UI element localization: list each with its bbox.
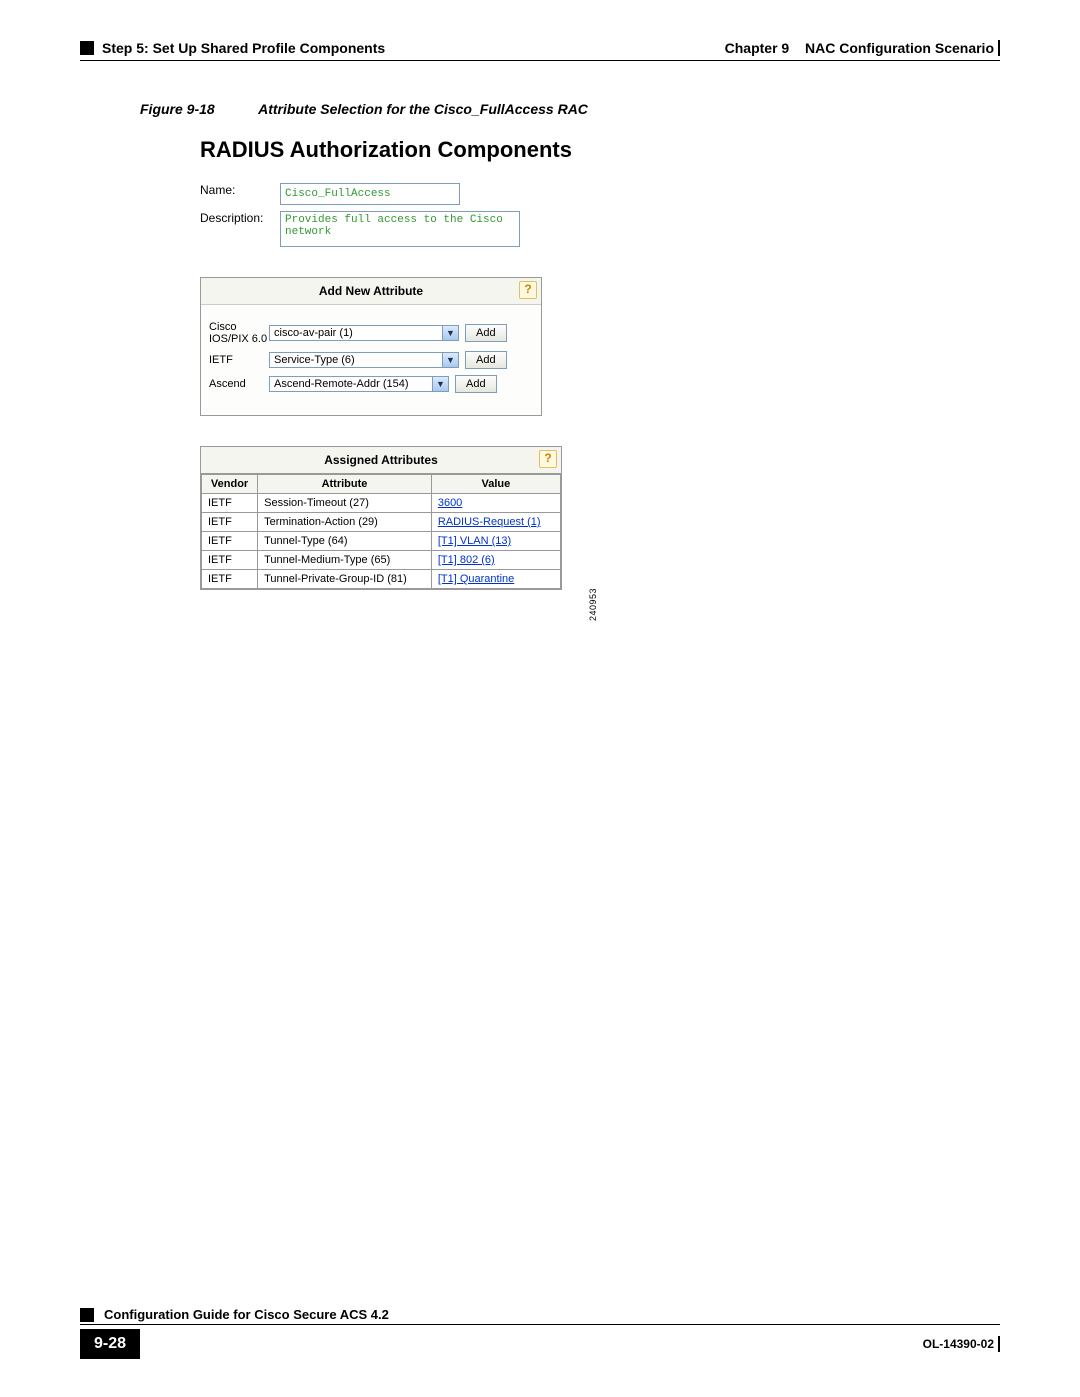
value-link[interactable]: [T1] VLAN (13) (438, 535, 511, 547)
value-link[interactable]: [T1] Quarantine (438, 573, 514, 585)
add-button-ascend[interactable]: Add (455, 375, 497, 393)
header-marker-right (998, 40, 1000, 56)
col-attribute: Attribute (258, 475, 432, 494)
table-row: IETF Termination-Action (29) RADIUS-Requ… (202, 513, 561, 532)
description-input[interactable]: Provides full access to the Cisco networ… (280, 211, 520, 247)
footer-guide-title: Configuration Guide for Cisco Secure ACS… (104, 1307, 389, 1322)
col-value: Value (431, 475, 560, 494)
cell-vendor: IETF (202, 570, 258, 589)
assigned-title: Assigned Attributes (324, 453, 438, 467)
chevron-down-icon[interactable]: ▼ (442, 326, 458, 340)
ascend-attr-selected: Ascend-Remote-Addr (154) (274, 378, 409, 390)
vendor-label-ascend: Ascend (209, 378, 269, 390)
header-chapter: Chapter 9 (725, 40, 790, 56)
vendor-label-ietf: IETF (209, 354, 269, 366)
cell-attribute: Termination-Action (29) (258, 513, 432, 532)
ascend-attr-select[interactable]: Ascend-Remote-Addr (154) (269, 376, 449, 392)
cell-vendor: IETF (202, 551, 258, 570)
figure-label: Figure 9-18 (140, 101, 215, 117)
vendor-label-cisco: Cisco IOS/PIX 6.0 (209, 321, 269, 345)
cell-attribute: Tunnel-Private-Group-ID (81) (258, 570, 432, 589)
header-step-title: Step 5: Set Up Shared Profile Components (102, 40, 385, 56)
header-marker-left (80, 41, 94, 55)
figure-caption-text: Attribute Selection for the Cisco_FullAc… (258, 101, 588, 117)
rac-title: RADIUS Authorization Components (200, 137, 580, 163)
name-input[interactable] (280, 183, 460, 205)
ietf-attr-select[interactable]: Service-Type (6) (269, 352, 459, 368)
cell-vendor: IETF (202, 494, 258, 513)
screenshot-region: RADIUS Authorization Components Name: De… (200, 137, 580, 590)
cell-attribute: Session-Timeout (27) (258, 494, 432, 513)
figure-id-code: 240953 (588, 588, 598, 621)
col-vendor: Vendor (202, 475, 258, 494)
name-label: Name: (200, 183, 280, 197)
page-number: 9-28 (80, 1329, 140, 1359)
chevron-down-icon[interactable]: ▼ (442, 353, 458, 367)
add-attribute-panel: Add New Attribute ? Cisco IOS/PIX 6.0 ci… (200, 277, 542, 416)
footer-marker (80, 1308, 94, 1322)
value-link[interactable]: RADIUS-Request (1) (438, 516, 541, 528)
cisco-attr-selected: cisco-av-pair (1) (274, 327, 353, 339)
add-button-cisco[interactable]: Add (465, 324, 507, 342)
assigned-attributes-panel: Assigned Attributes ? Vendor Attribute V… (200, 446, 562, 590)
table-row: IETF Session-Timeout (27) 3600 (202, 494, 561, 513)
table-row: IETF Tunnel-Type (64) [T1] VLAN (13) (202, 532, 561, 551)
page-footer: Configuration Guide for Cisco Secure ACS… (80, 1307, 1000, 1359)
help-icon[interactable]: ? (539, 450, 557, 468)
description-label: Description: (200, 211, 280, 225)
cell-vendor: IETF (202, 513, 258, 532)
add-button-ietf[interactable]: Add (465, 351, 507, 369)
table-row: IETF Tunnel-Medium-Type (65) [T1] 802 (6… (202, 551, 561, 570)
figure-caption: Figure 9-18 Attribute Selection for the … (140, 101, 1000, 117)
value-link[interactable]: 3600 (438, 497, 462, 509)
cell-attribute: Tunnel-Type (64) (258, 532, 432, 551)
assigned-table: Vendor Attribute Value IETF Session-Time… (201, 474, 561, 589)
page-header: Step 5: Set Up Shared Profile Components… (80, 40, 1000, 56)
cisco-attr-select[interactable]: cisco-av-pair (1) (269, 325, 459, 341)
ietf-attr-selected: Service-Type (6) (274, 354, 355, 366)
add-attribute-title: Add New Attribute (319, 284, 423, 298)
table-row: IETF Tunnel-Private-Group-ID (81) [T1] Q… (202, 570, 561, 589)
doc-id: OL-14390-02 (923, 1337, 994, 1351)
cell-attribute: Tunnel-Medium-Type (65) (258, 551, 432, 570)
chevron-down-icon[interactable]: ▼ (432, 377, 448, 391)
help-icon[interactable]: ? (519, 281, 537, 299)
header-title: NAC Configuration Scenario (805, 40, 994, 56)
cell-vendor: IETF (202, 532, 258, 551)
value-link[interactable]: [T1] 802 (6) (438, 554, 495, 566)
footer-marker-right (998, 1336, 1000, 1352)
header-rule (80, 60, 1000, 61)
